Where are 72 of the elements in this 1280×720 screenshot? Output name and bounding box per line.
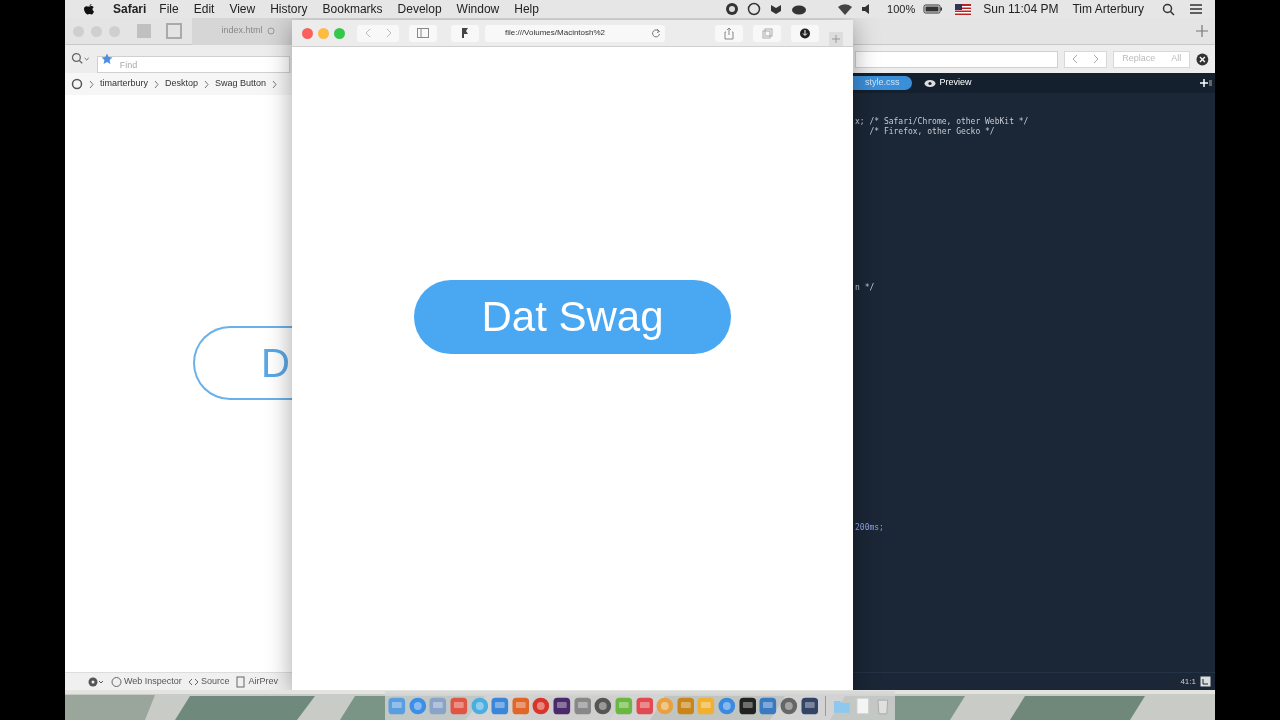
menu-item[interactable]: Edit — [193, 0, 215, 18]
plus-icon[interactable] — [1200, 78, 1212, 88]
eye-icon — [923, 78, 936, 88]
code-line: 200ms; — [855, 523, 885, 533]
breadcrumb-item[interactable]: Swag Button — [215, 77, 267, 91]
app-icon[interactable] — [738, 696, 757, 715]
menu-item[interactable]: Window — [456, 0, 500, 18]
circle-icon[interactable] — [747, 2, 762, 16]
chevron-right-icon — [154, 79, 159, 89]
star-icon — [100, 53, 113, 65]
search-icon[interactable] — [71, 52, 91, 66]
download-icon — [799, 26, 811, 40]
toolbar-button[interactable]: AirPrev — [248, 674, 278, 689]
toolbar-button[interactable]: Web Inspector — [124, 674, 182, 689]
chevron-right-icon — [204, 79, 210, 89]
gear-icon[interactable] — [87, 675, 105, 688]
close-icon[interactable] — [1196, 52, 1209, 66]
navigation-arrows[interactable] — [1063, 50, 1108, 68]
clock[interactable]: Sun 11:04 PM — [983, 0, 1059, 18]
share-icon — [723, 26, 735, 40]
reload-icon[interactable] — [651, 28, 661, 38]
flag-icon[interactable] — [955, 3, 972, 15]
window-control[interactable] — [334, 27, 345, 39]
breadcrumb-item[interactable]: timarterbury — [100, 77, 148, 91]
indent-icon[interactable] — [1200, 676, 1211, 687]
device-icon — [235, 675, 247, 688]
record-icon[interactable] — [725, 2, 740, 16]
sidebar-button[interactable] — [409, 24, 437, 42]
menu-item[interactable]: History — [270, 0, 308, 18]
app-icon[interactable] — [594, 696, 612, 715]
address-bar[interactable]: file:///Volumes/Macintosh%2 — [485, 24, 665, 42]
list-icon[interactable] — [1189, 3, 1203, 15]
menu-item[interactable]: Help — [514, 0, 539, 18]
toolbar-button[interactable]: Source — [200, 674, 230, 689]
chevron-right-icon — [272, 79, 278, 89]
file-tab[interactable]: Preview — [911, 76, 984, 90]
app-icon[interactable] — [553, 696, 571, 715]
tab-title: index.html — [221, 24, 263, 38]
app-icon[interactable] — [800, 696, 819, 715]
user-name[interactable]: Tim Arterbury — [1072, 0, 1144, 18]
chevron-left-icon[interactable] — [1072, 54, 1079, 64]
url-text: file:///Volumes/Macintosh%2 — [505, 27, 606, 39]
document-icon[interactable] — [853, 696, 872, 715]
toolbar-button[interactable] — [791, 24, 819, 42]
tabs-icon — [761, 26, 773, 40]
apple-logo-icon[interactable] — [83, 2, 95, 16]
wifi-icon[interactable] — [837, 2, 854, 16]
target-icon[interactable] — [71, 78, 83, 90]
chevron-right-icon[interactable] — [1092, 54, 1099, 64]
sidebar-icon — [417, 28, 429, 38]
menu-item[interactable]: View — [229, 0, 256, 18]
battery-percentage: 100% — [887, 1, 916, 17]
chevron-right-icon[interactable] — [385, 28, 392, 38]
window-control[interactable] — [318, 27, 329, 39]
menu-item[interactable]: Safari — [113, 0, 147, 18]
code-line: /* Firefox, other Gecko */ — [868, 127, 996, 137]
menu-item[interactable]: Bookmarks — [322, 0, 383, 18]
inspector-icon — [111, 675, 122, 688]
cursor-position: 41:1 — [1180, 675, 1196, 688]
chevron-left-icon[interactable] — [364, 28, 371, 38]
code-line: n */ — [855, 283, 876, 293]
navigation-arrows[interactable] — [357, 24, 399, 42]
search-icon[interactable] — [1162, 2, 1175, 16]
breadcrumb-item[interactable]: Desktop — [165, 77, 199, 91]
chevron-right-icon — [89, 79, 94, 89]
battery-icon[interactable] — [923, 3, 944, 15]
menu-item[interactable]: File — [159, 0, 179, 18]
find-field[interactable]: Find — [96, 56, 290, 73]
window-control[interactable] — [302, 27, 313, 39]
code-line: x; /* Safari/Chrome, other WebKit */ — [855, 117, 1030, 127]
menu-item[interactable]: Develop — [397, 0, 442, 18]
extension-button[interactable] — [451, 24, 479, 42]
